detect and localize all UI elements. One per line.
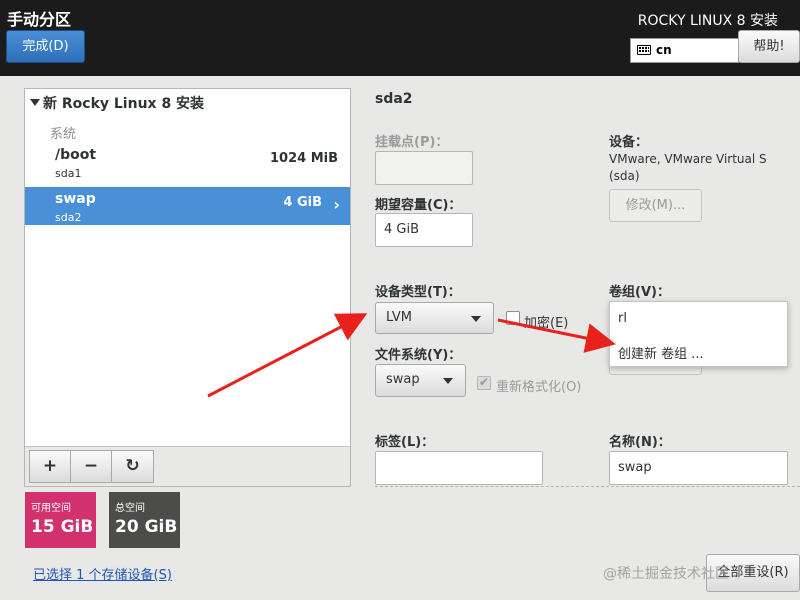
annotation-arrows	[207, 313, 616, 398]
arrow-to-create-volume-group	[497, 318, 616, 353]
arrow-to-device-type	[207, 313, 368, 398]
